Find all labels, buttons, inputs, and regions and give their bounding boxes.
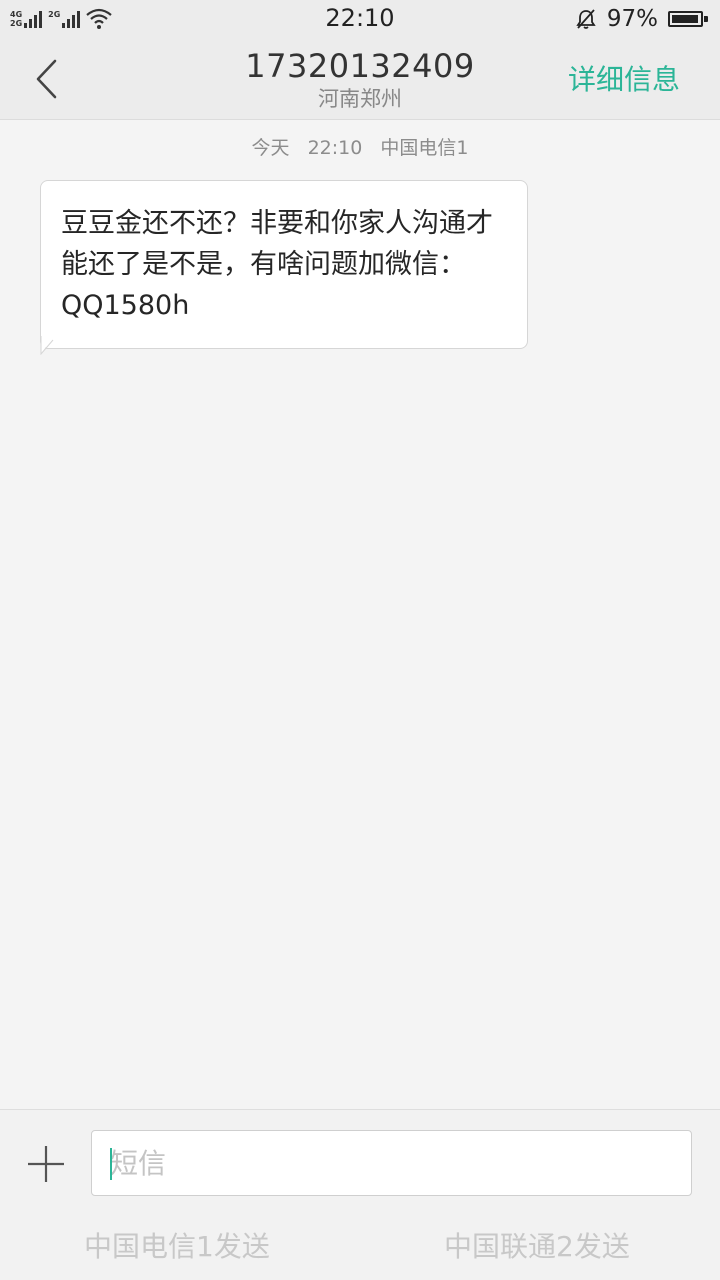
timestamp-sim: 中国电信1 (380, 137, 469, 159)
conversation-header: 17320132409 河南郑州 详细信息 (0, 38, 720, 120)
status-left-group: 4G 2G 2G (10, 6, 112, 32)
bell-off-icon (576, 9, 596, 29)
battery-icon (668, 9, 708, 29)
plus-icon (28, 1146, 64, 1182)
bubble-tail (40, 336, 54, 355)
network-type-top: 4G (10, 10, 23, 19)
send-sim2-button[interactable]: 中国联通2发送 (444, 1225, 630, 1265)
network2-type: 2G (48, 10, 61, 19)
status-bar: 4G 2G 2G 22:10 97% (0, 0, 720, 38)
details-button[interactable]: 详细信息 (568, 58, 680, 98)
sms-conversation-screen: 4G 2G 2G 22:10 97% 17320132409 河南郑州 详细信息… (0, 0, 720, 1280)
timestamp-date: 今天 (251, 137, 290, 159)
contact-location: 河南郑州 (318, 87, 402, 111)
wifi-icon (86, 8, 112, 29)
message-timestamp: 今天 22:10 中国电信1 (0, 133, 720, 160)
message-list[interactable]: 今天 22:10 中国电信1 豆豆金还不还？非要和你家人沟通才能还了是不是，有啥… (0, 121, 720, 1109)
back-button[interactable] (22, 52, 72, 106)
text-cursor (110, 1148, 112, 1180)
contact-number: 17320132409 (245, 47, 475, 85)
status-time: 22:10 (325, 4, 395, 32)
chevron-left-icon (36, 59, 57, 99)
compose-bar: 中国电信1发送 中国联通2发送 (0, 1109, 720, 1280)
signal-icon (62, 10, 81, 28)
message-input[interactable] (91, 1130, 692, 1196)
send-options: 中国电信1发送 中国联通2发送 (0, 1225, 720, 1265)
message-text: 豆豆金还不还？非要和你家人沟通才能还了是不是，有啥问题加微信：QQ1580h (61, 208, 493, 321)
add-attachment-button[interactable] (22, 1140, 70, 1188)
sim1-signal: 4G 2G (10, 10, 43, 28)
status-right-group: 97% (575, 6, 708, 32)
signal-icon (24, 10, 43, 28)
timestamp-time: 22:10 (307, 137, 363, 159)
battery-percent: 97% (606, 6, 658, 32)
contact-info: 17320132409 河南郑州 (160, 46, 560, 112)
network-type-bottom: 2G (10, 19, 23, 28)
send-sim1-button[interactable]: 中国电信1发送 (84, 1225, 270, 1265)
incoming-message-bubble[interactable]: 豆豆金还不还？非要和你家人沟通才能还了是不是，有啥问题加微信：QQ1580h (40, 180, 528, 349)
sim2-signal: 2G (48, 10, 81, 28)
